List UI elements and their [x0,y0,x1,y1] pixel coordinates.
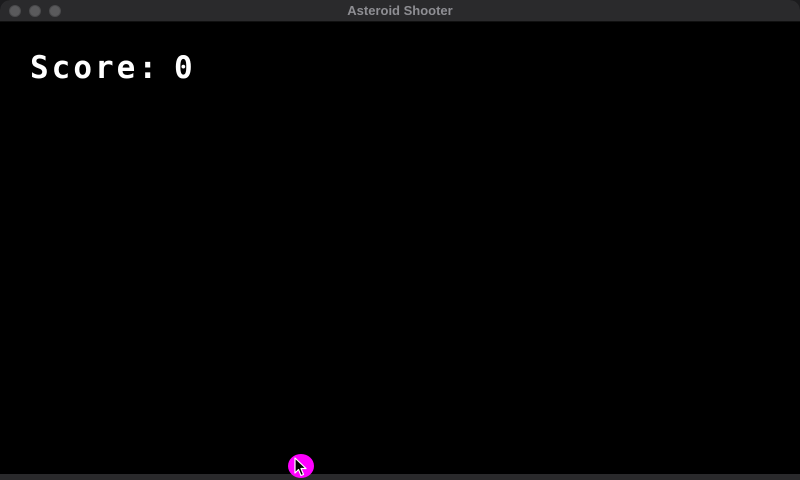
score-label: Score: [30,50,160,86]
title-bar[interactable]: Asteroid Shooter [0,0,800,22]
window-title: Asteroid Shooter [347,3,453,18]
score-display: Score: 0 [30,50,196,86]
game-canvas[interactable]: Score: 0 [0,22,800,474]
app-window: Asteroid Shooter Score: 0 [0,0,800,480]
score-value: 0 [173,50,196,86]
window-bottom-edge [0,474,800,480]
arrow-cursor-icon [294,457,307,477]
